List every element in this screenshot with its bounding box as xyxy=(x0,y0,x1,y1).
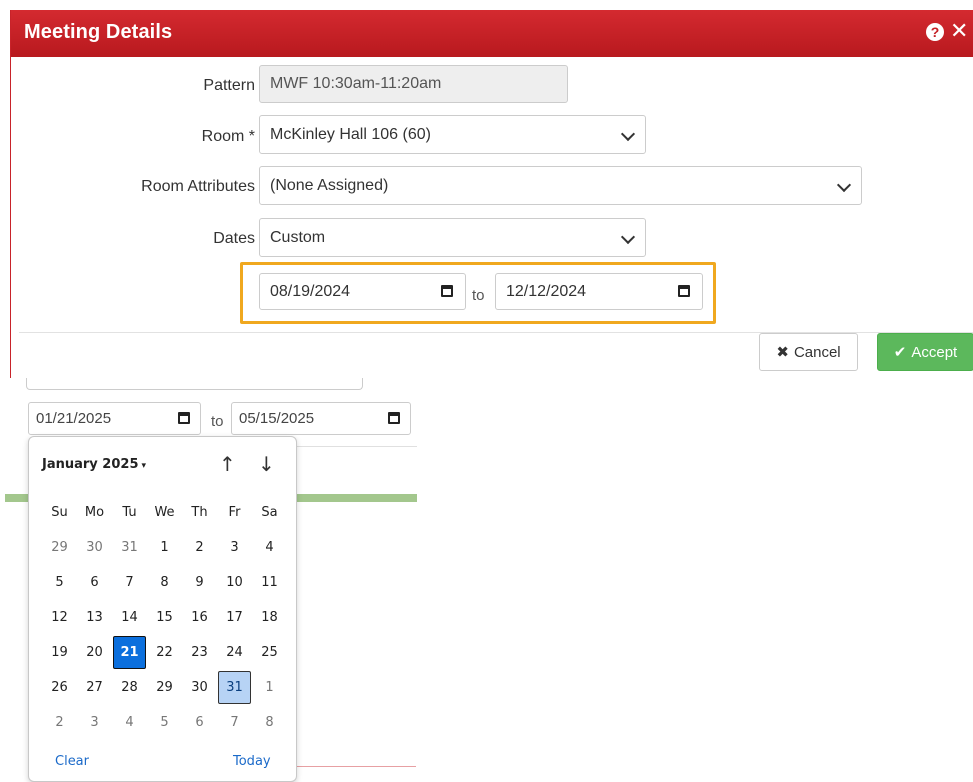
x-icon: ✖ xyxy=(776,344,789,361)
accept-button[interactable]: ✔ Accept xyxy=(877,333,973,371)
calendar-day[interactable]: 4 xyxy=(252,530,287,565)
dates-select[interactable]: Custom xyxy=(259,218,646,257)
calendar-day[interactable]: 2 xyxy=(182,530,217,565)
calendar-day[interactable]: 5 xyxy=(147,705,182,740)
accept-label: Accept xyxy=(911,343,958,361)
caret-down-icon: ▾ xyxy=(141,461,147,471)
date-range-separator: to xyxy=(211,413,224,430)
start-date-input[interactable]: 01/21/2025 xyxy=(28,402,201,435)
calendar-day[interactable]: 4 xyxy=(112,705,147,740)
room-attributes-label: Room Attributes xyxy=(141,178,255,195)
dates-value: Custom xyxy=(270,228,326,246)
calendar-day[interactable]: 30 xyxy=(77,530,112,565)
date-range-highlight xyxy=(240,262,716,324)
calendar-day[interactable]: 24 xyxy=(217,635,252,670)
calendar-day[interactable]: 7 xyxy=(217,705,252,740)
calendar-day[interactable]: 13 xyxy=(77,600,112,635)
room-value: McKinley Hall 106 (60) xyxy=(270,125,431,143)
calendar-day[interactable]: 29 xyxy=(147,670,182,705)
calendar-day[interactable]: 8 xyxy=(147,565,182,600)
calendar-day[interactable]: 31 xyxy=(112,530,147,565)
calendar-day[interactable]: 6 xyxy=(77,565,112,600)
calendar-day[interactable]: 20 xyxy=(77,635,112,670)
calendar-day[interactable]: 8 xyxy=(252,705,287,740)
calendar-grid: Su Mo Tu We Th Fr Sa 29 30 31 1 2 3 4 5 6 7 8 9 10 11 12 13 14 1… xyxy=(42,495,287,740)
pattern-label: Pattern xyxy=(203,77,255,94)
calendar-day[interactable]: 25 xyxy=(252,635,287,670)
weekday-header: We xyxy=(154,505,175,520)
cancel-label: Cancel xyxy=(793,343,841,361)
room-select[interactable]: McKinley Hall 106 (60) xyxy=(259,115,646,154)
calendar-day[interactable]: 11 xyxy=(252,565,287,600)
calendar-day[interactable]: 28 xyxy=(112,670,147,705)
next-month-arrow-icon[interactable]: ↓ xyxy=(258,452,275,476)
weekday-header: Sa xyxy=(261,505,278,520)
start-date-value: 01/21/2025 xyxy=(36,410,112,427)
calendar-day[interactable]: 1 xyxy=(252,670,287,705)
weekday-header: Fr xyxy=(228,505,241,520)
date-picker-popup: January 2025 ▾ ↑ ↓ Su Mo Tu We Th Fr Sa 29 30 31 1 2… xyxy=(28,436,297,782)
pattern-value: MWF 10:30am-11:20am xyxy=(270,75,442,92)
divider xyxy=(297,446,417,447)
room-attributes-value: (None Assigned) xyxy=(270,176,389,194)
calendar-day[interactable]: 7 xyxy=(112,565,147,600)
calendar-icon[interactable] xyxy=(178,411,190,424)
calendar-day[interactable]: 16 xyxy=(182,600,217,635)
chevron-down-icon xyxy=(620,229,636,244)
calendar-day[interactable]: 3 xyxy=(217,530,252,565)
room-label: Room * xyxy=(201,128,255,145)
calendar-day[interactable]: 10 xyxy=(217,565,252,600)
previous-month-arrow-icon[interactable]: ↑ xyxy=(219,452,236,476)
room-attributes-select[interactable]: (None Assigned) xyxy=(259,166,862,205)
month-selector[interactable]: January 2025 ▾ xyxy=(42,457,146,472)
calendar-day[interactable]: 9 xyxy=(182,565,217,600)
month-label: January 2025 xyxy=(42,457,139,472)
divider xyxy=(296,766,416,767)
weekday-header: Mo xyxy=(84,505,105,520)
calendar-day[interactable]: 17 xyxy=(217,600,252,635)
calendar-day[interactable]: 27 xyxy=(77,670,112,705)
calendar-day[interactable]: 31 xyxy=(218,671,251,704)
end-date-value: 05/15/2025 xyxy=(239,410,315,427)
pattern-field: MWF 10:30am-11:20am xyxy=(259,65,568,103)
dialog-header: Meeting Details ? ✕ xyxy=(11,10,973,57)
dialog-title: Meeting Details xyxy=(24,21,173,43)
calendar-day[interactable]: 6 xyxy=(182,705,217,740)
end-date-input[interactable]: 05/15/2025 xyxy=(231,402,411,435)
chevron-down-icon xyxy=(620,126,636,141)
calendar-day[interactable]: 23 xyxy=(182,635,217,670)
calendar-day[interactable]: 18 xyxy=(252,600,287,635)
cancel-button[interactable]: ✖ Cancel xyxy=(759,333,858,371)
calendar-day[interactable]: 2 xyxy=(42,705,77,740)
calendar-day[interactable]: 30 xyxy=(182,670,217,705)
dates-label: Dates xyxy=(213,230,255,247)
weekday-header: Tu xyxy=(122,505,137,520)
calendar-day[interactable]: 14 xyxy=(112,600,147,635)
calendar-icon[interactable] xyxy=(388,411,400,424)
help-icon[interactable]: ? xyxy=(926,23,944,41)
today-link[interactable]: Today xyxy=(233,754,271,769)
chevron-down-icon xyxy=(836,177,852,192)
weekday-header: Th xyxy=(191,505,208,520)
clear-link[interactable]: Clear xyxy=(55,754,89,769)
calendar-day[interactable]: 26 xyxy=(42,670,77,705)
calendar-day[interactable]: 12 xyxy=(42,600,77,635)
weekday-header: Su xyxy=(51,505,68,520)
check-icon: ✔ xyxy=(893,344,907,361)
calendar-day[interactable]: 21 xyxy=(113,636,146,669)
calendar-day[interactable]: 19 xyxy=(42,635,77,670)
close-icon[interactable]: ✕ xyxy=(950,19,968,43)
calendar-day[interactable]: 22 xyxy=(147,635,182,670)
calendar-day[interactable]: 3 xyxy=(77,705,112,740)
calendar-day[interactable]: 15 xyxy=(147,600,182,635)
calendar-day[interactable]: 1 xyxy=(147,530,182,565)
calendar-day[interactable]: 29 xyxy=(42,530,77,565)
calendar-day[interactable]: 5 xyxy=(42,565,77,600)
